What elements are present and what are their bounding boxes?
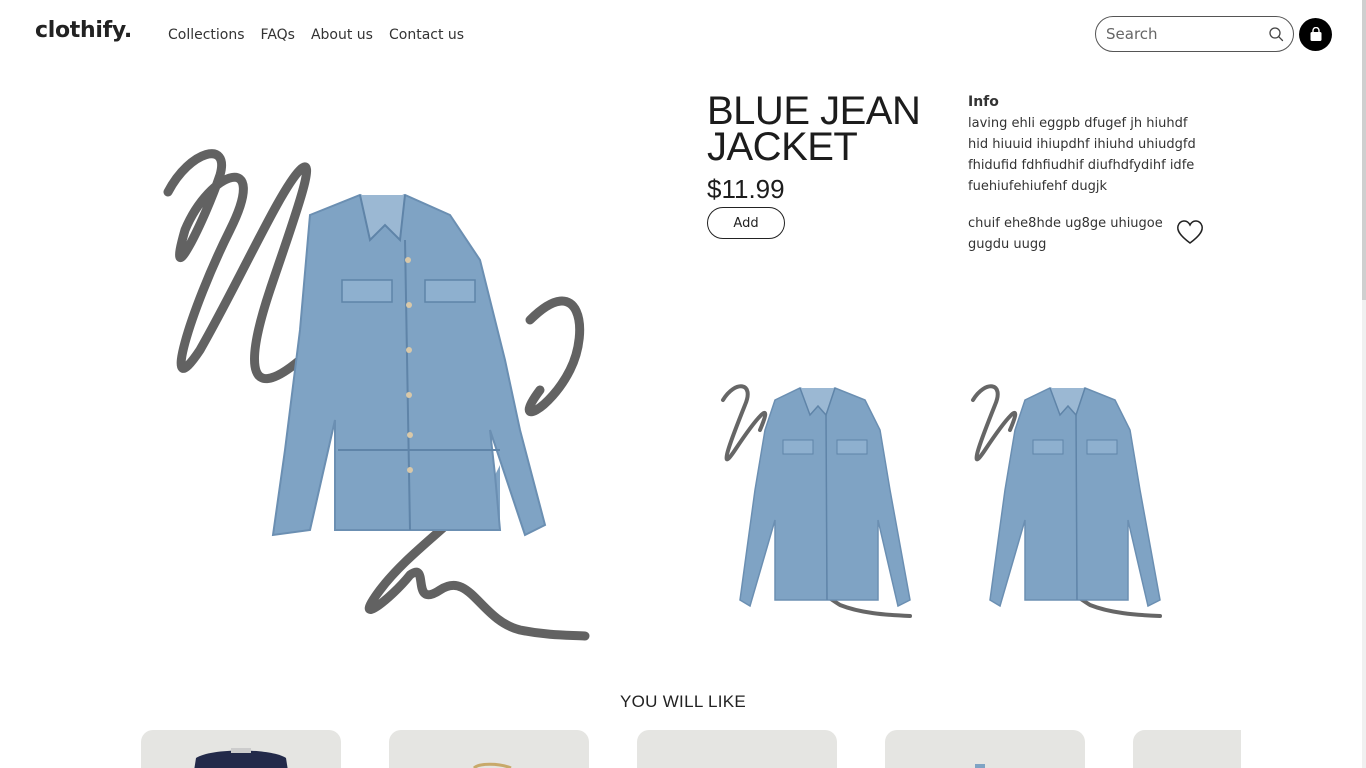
cart-button[interactable] [1299,18,1332,51]
main-nav: Collections FAQs About us Contact us [168,27,464,43]
search-icon[interactable] [1268,26,1284,42]
add-to-cart-button[interactable]: Add [707,207,785,239]
recommendation-card[interactable] [389,730,589,768]
nav-faqs[interactable]: FAQs [261,27,295,43]
scrollbar-thumb[interactable] [1362,0,1366,300]
extra-text: chuif ehe8hde ug8ge uhiugoe gugdu uugg [968,216,1163,252]
product-price: $11.99 [707,174,785,204]
recommendation-card[interactable] [637,730,837,768]
logo[interactable]: clothify. [35,18,132,43]
search-input[interactable] [1106,25,1256,43]
recommendations-title: YOU WILL LIKE [619,692,747,711]
recommendation-card[interactable] [141,730,341,768]
main-product-image [163,149,590,641]
jacket-illustration [271,193,547,537]
recommendation-card[interactable] [1133,730,1241,768]
info-heading: Info [968,94,999,110]
nav-contact-us[interactable]: Contact us [389,27,464,43]
product-image [194,748,288,768]
product-image [975,764,985,768]
heart-icon[interactable] [1175,218,1205,246]
shopping-bag-icon [1310,27,1321,41]
nav-collections[interactable]: Collections [168,27,245,43]
product-image [472,762,512,768]
product-thumbnail[interactable] [715,370,925,625]
product-thumbnail[interactable] [965,370,1175,625]
product-title: BLUE JEAN JACKET [707,89,921,169]
recommendations-row [141,730,1241,768]
info-text: laving ehli eggpb dfugef jh hiuhdf hid h… [968,116,1196,194]
search-box [1095,16,1294,52]
nav-about-us[interactable]: About us [311,27,373,43]
page-scrollbar[interactable] [1362,0,1366,768]
recommendation-card[interactable] [885,730,1085,768]
